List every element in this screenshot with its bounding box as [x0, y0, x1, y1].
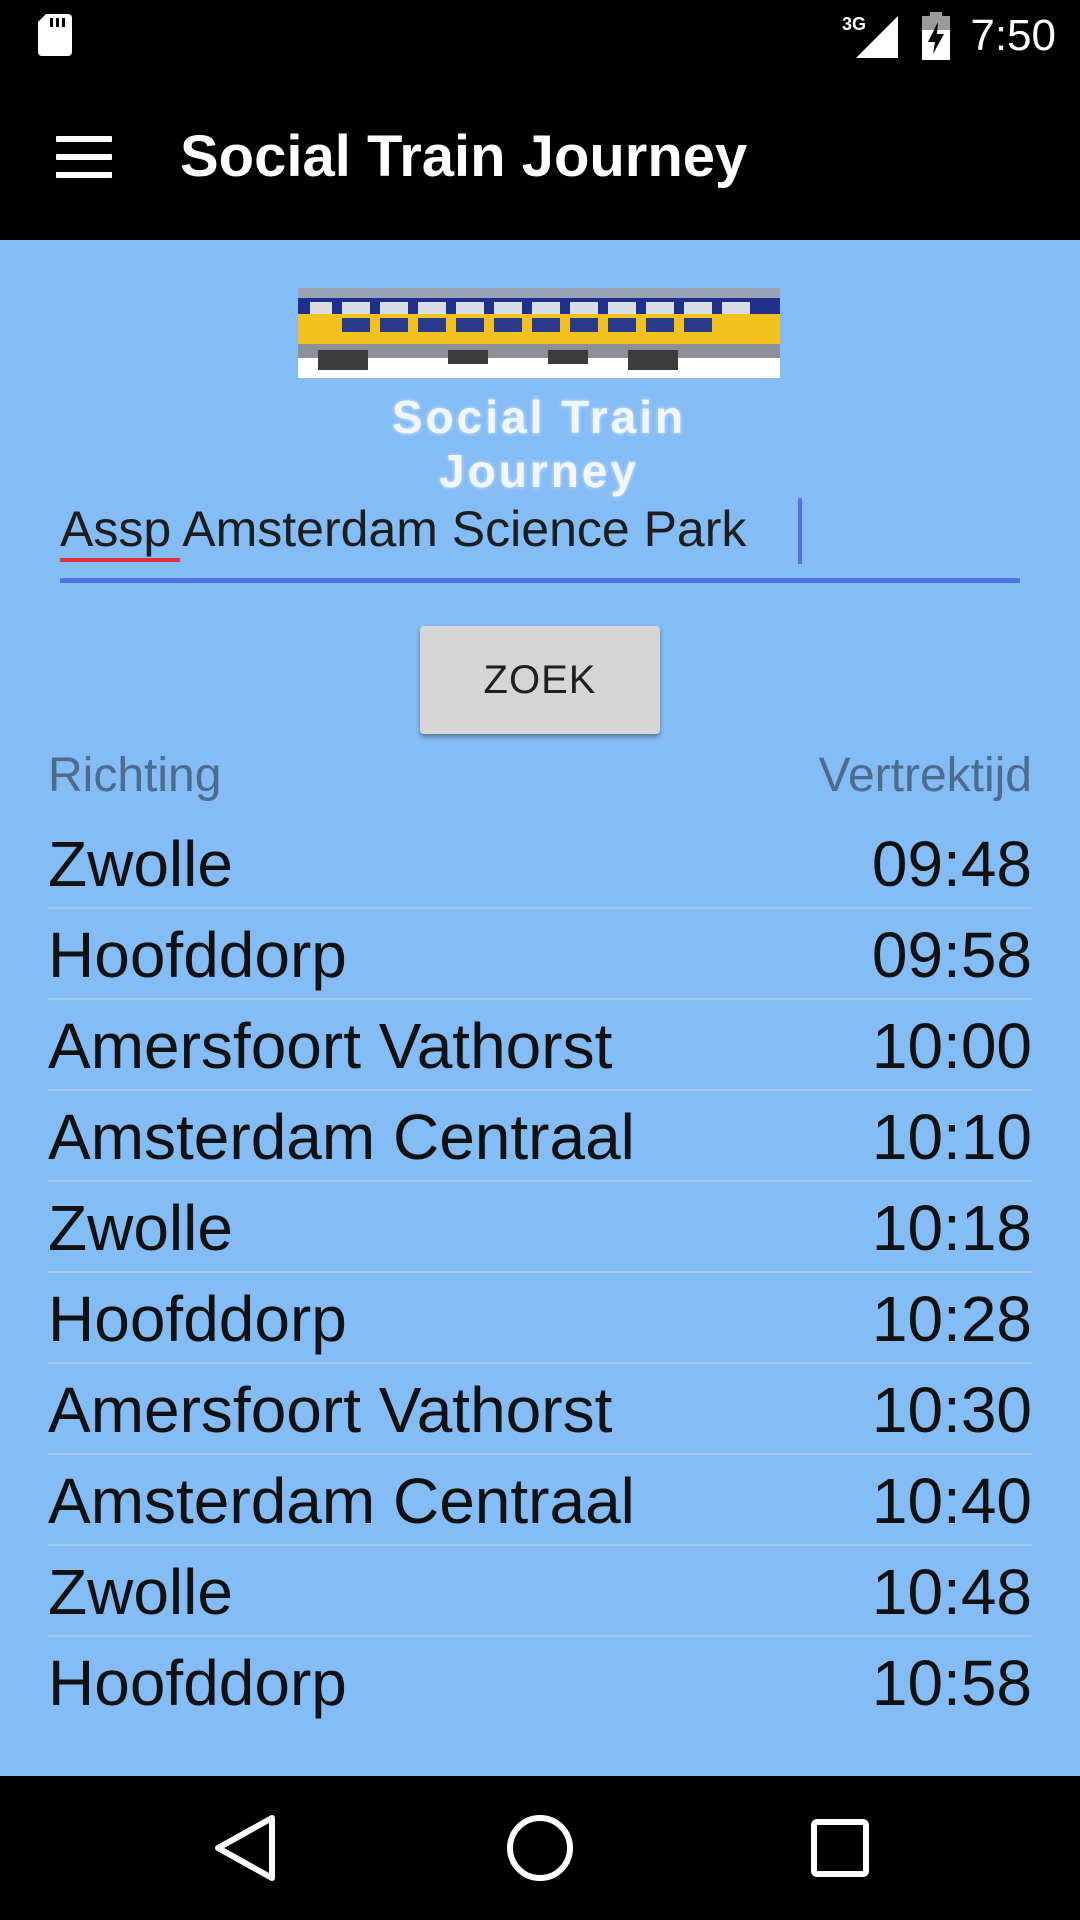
header-richting: Richting — [48, 749, 222, 802]
row-time: 10:48 — [871, 1556, 1032, 1628]
app-bar: Social Train Journey — [0, 72, 1080, 240]
table-row[interactable]: Zwolle 10:18 — [48, 1182, 1032, 1273]
table-row[interactable]: Amersfoort Vathorst 10:00 — [48, 1000, 1032, 1091]
row-destination: Amersfoort Vathorst — [48, 1010, 613, 1082]
table-row[interactable]: Hoofddorp 10:28 — [48, 1273, 1032, 1364]
row-time: 10:58 — [871, 1647, 1032, 1719]
row-time: 10:28 — [871, 1283, 1032, 1355]
hamburger-menu-icon[interactable] — [40, 122, 128, 192]
recent-apps-icon[interactable] — [808, 1816, 872, 1880]
text-cursor — [798, 498, 802, 564]
row-time: 10:30 — [871, 1374, 1032, 1446]
row-time: 10:40 — [871, 1465, 1032, 1537]
row-destination: Amersfoort Vathorst — [48, 1374, 613, 1446]
table-row[interactable]: Zwolle 09:48 — [48, 818, 1032, 909]
navigation-bar — [0, 1776, 1080, 1920]
departures-list: Zwolle 09:48 Hoofddorp 09:58 Amersfoort … — [48, 818, 1032, 1726]
zoek-button[interactable]: ZOEK — [420, 626, 660, 734]
table-row[interactable]: Hoofddorp 09:58 — [48, 909, 1032, 1000]
table-row[interactable]: Hoofddorp 10:58 — [48, 1637, 1032, 1726]
main-content: Social Train Journey Assp Amsterdam Scie… — [0, 240, 1080, 1776]
signal-icon: 3G — [842, 14, 898, 58]
app-title: Social Train Journey — [180, 124, 748, 189]
status-time: 7:50 — [970, 11, 1056, 60]
row-destination: Zwolle — [48, 828, 233, 900]
row-destination: Hoofddorp — [48, 919, 347, 991]
search-underline — [60, 578, 1020, 583]
row-destination: Hoofddorp — [48, 1283, 347, 1355]
battery-charging-icon — [922, 12, 950, 60]
status-bar: 3G 7:50 — [0, 0, 1080, 72]
station-search-field[interactable]: Assp Amsterdam Science Park — [60, 492, 1020, 576]
row-time: 09:48 — [871, 828, 1032, 900]
table-row[interactable]: Zwolle 10:48 — [48, 1546, 1032, 1637]
row-destination: Hoofddorp — [48, 1647, 347, 1719]
table-row[interactable]: Amersfoort Vathorst 10:30 — [48, 1364, 1032, 1455]
row-destination: Amsterdam Centraal — [48, 1101, 635, 1173]
row-time: 09:58 — [871, 919, 1032, 991]
row-time: 10:18 — [871, 1192, 1032, 1264]
svg-text:3G: 3G — [842, 14, 866, 34]
sd-card-icon — [38, 14, 72, 56]
row-destination: Zwolle — [48, 1556, 233, 1628]
table-row[interactable]: Amsterdam Centraal 10:10 — [48, 1091, 1032, 1182]
search-input[interactable]: Assp Amsterdam Science Park — [60, 492, 746, 566]
row-time: 10:00 — [871, 1010, 1032, 1082]
header-vertrektijd: Vertrektijd — [818, 749, 1032, 802]
logo-text: Social Train Journey — [391, 391, 687, 497]
departures-header: Richting Vertrektijd — [48, 748, 1032, 818]
row-time: 10:10 — [871, 1101, 1032, 1173]
row-destination: Amsterdam Centraal — [48, 1465, 635, 1537]
table-row[interactable]: Amsterdam Centraal 10:40 — [48, 1455, 1032, 1546]
spellcheck-underline — [60, 558, 180, 562]
home-icon[interactable] — [504, 1812, 576, 1884]
back-icon[interactable] — [210, 1812, 280, 1884]
row-destination: Zwolle — [48, 1192, 233, 1264]
